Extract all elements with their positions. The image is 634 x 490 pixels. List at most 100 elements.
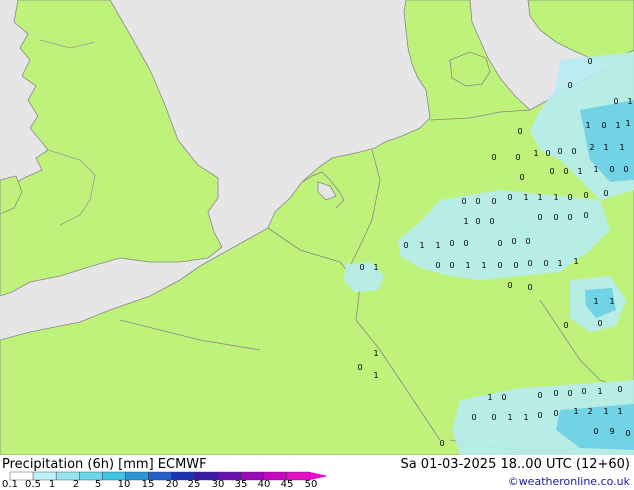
precip-value: 0: [507, 193, 512, 202]
precip-value: 0: [359, 263, 364, 272]
precip-value: 0: [527, 259, 532, 268]
precip-value: 1: [597, 387, 602, 396]
precip-value: 2: [589, 143, 594, 152]
precip-value: 0: [609, 165, 614, 174]
precip-value: 1: [593, 165, 598, 174]
precip-value: 1: [577, 167, 582, 176]
precip-value: 0: [571, 147, 576, 156]
legend-tick-label: 5: [94, 479, 102, 490]
precip-value: 0: [519, 173, 524, 182]
precip-value: 0: [403, 241, 408, 250]
precip-value: 0: [563, 167, 568, 176]
precip-value: 0: [537, 213, 542, 222]
precip-value: 1: [537, 193, 542, 202]
precip-value: 1: [617, 407, 622, 416]
precip-value: 0: [497, 261, 502, 270]
precip-value: 1: [593, 297, 598, 306]
run-info: Sa 01-03-2025 18..00 UTC (12+60): [400, 457, 630, 472]
precip-value: 1: [419, 241, 424, 250]
precip-value: 0: [497, 239, 502, 248]
precip-value: 1: [603, 143, 608, 152]
precip-value: 0: [449, 261, 454, 270]
precip-value: 0: [567, 213, 572, 222]
precip-value: 9: [609, 427, 614, 436]
legend-tick-label: 25: [187, 479, 201, 490]
precip-value: 1: [373, 263, 378, 272]
precip-value: 0: [527, 283, 532, 292]
precip-value: 1: [533, 149, 538, 158]
precip-value: 1: [573, 407, 578, 416]
precip-value: 1: [507, 413, 512, 422]
precip-value: 0: [567, 389, 572, 398]
precip-value: 1: [523, 413, 528, 422]
precip-value: 1: [609, 297, 614, 306]
precip-value: 0: [491, 153, 496, 162]
credit-text[interactable]: ©weatheronline.co.uk: [508, 475, 630, 488]
precip-value: 0: [357, 363, 362, 372]
precip-value: 1: [463, 217, 468, 226]
precip-value: 0: [507, 281, 512, 290]
precip-value: 0: [475, 197, 480, 206]
precip-value: 0: [545, 149, 550, 158]
precip-value: 0: [567, 193, 572, 202]
precip-value: 0: [583, 191, 588, 200]
precip-value: 0: [461, 197, 466, 206]
precip-value: 1: [625, 119, 630, 128]
precip-value: 1: [373, 371, 378, 380]
legend-tick-label: 1: [48, 479, 56, 490]
map-footer: Precipitation (6h) [mm] ECMWF Sa 01-03-2…: [0, 455, 634, 490]
precip-value: 1: [373, 349, 378, 358]
precip-value: 0: [613, 97, 618, 106]
precip-value: 0: [597, 319, 602, 328]
precip-value: 0: [601, 121, 606, 130]
precip-value: 1: [585, 121, 590, 130]
precip-value: 2: [587, 407, 592, 416]
precip-value: 0: [491, 197, 496, 206]
precip-value: 1: [619, 143, 624, 152]
legend-tick-label: 40: [257, 479, 271, 490]
precip-value: 1: [615, 121, 620, 130]
precip-value: 1: [603, 407, 608, 416]
precip-value: 0: [603, 189, 608, 198]
precip-value: 0: [537, 391, 542, 400]
precip-value: 0: [593, 427, 598, 436]
map-title: Precipitation (6h) [mm] ECMWF: [2, 457, 207, 472]
precip-value: 1: [487, 393, 492, 402]
legend-tick-label: 35: [234, 479, 248, 490]
precip-value: 1: [435, 241, 440, 250]
precip-value: 0: [491, 413, 496, 422]
precip-value: 0: [617, 385, 622, 394]
precip-value: 0: [553, 389, 558, 398]
precip-value: 1: [465, 261, 470, 270]
precip-value: 0: [525, 237, 530, 246]
legend-tick-label: 45: [280, 479, 294, 490]
precip-value: 0: [587, 57, 592, 66]
precip-value: 0: [435, 261, 440, 270]
precip-value: 0: [517, 127, 522, 136]
precip-value: 0: [543, 259, 548, 268]
legend-tick-label: 30: [211, 479, 225, 490]
precipitation-map: 000 111012 1 10001100 1 0 000001 1 0 0 00 0 0 0 11 0 0 0 0…: [0, 0, 634, 455]
legend-tick-label: 50: [304, 479, 318, 490]
precip-value: 0: [537, 411, 542, 420]
precip-value: 0: [449, 239, 454, 248]
precip-value: 0: [625, 429, 630, 438]
precip-value: 0: [557, 147, 562, 156]
precip-value: 0: [489, 217, 494, 226]
legend-tick-label: 15: [141, 479, 155, 490]
precip-value: 0: [553, 213, 558, 222]
legend-tick-label: 0.1: [2, 479, 18, 490]
precip-value: 0: [501, 393, 506, 402]
precip-value: 1: [627, 97, 632, 106]
legend-tick-label: 20: [165, 479, 179, 490]
precip-value: 0: [583, 211, 588, 220]
precip-value: 0: [511, 237, 516, 246]
precip-value: 0: [549, 167, 554, 176]
precip-value: 0: [439, 439, 444, 448]
precip-value: 0: [463, 239, 468, 248]
legend-tick-label: 10: [117, 479, 131, 490]
legend-tick-label: 2: [72, 479, 80, 490]
precip-value: 0: [567, 81, 572, 90]
precip-value: 0: [513, 261, 518, 270]
precip-value: 1: [573, 257, 578, 266]
